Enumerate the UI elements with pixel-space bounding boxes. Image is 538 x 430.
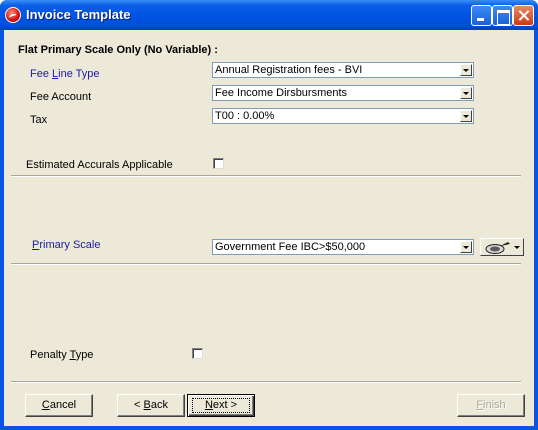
estimated-accruals-checkbox[interactable] — [213, 158, 224, 169]
penalty-type-checkbox[interactable] — [192, 348, 203, 359]
chevron-down-icon[interactable] — [460, 110, 472, 122]
penalty-type-label: Penalty Type — [30, 349, 94, 361]
scale-tool-icon — [485, 242, 510, 254]
divider — [11, 263, 521, 265]
fee-line-type-select[interactable]: Annual Registration fees - BVI — [212, 62, 474, 78]
primary-scale-label: Primary Scale — [32, 239, 101, 251]
maximize-icon[interactable] — [492, 5, 513, 26]
cancel-button[interactable]: Cancel — [25, 394, 93, 417]
fee-account-select[interactable]: Fee Income Dirsbursments — [212, 85, 474, 101]
divider — [11, 381, 521, 383]
dialog-window: Invoice Template Flat Primary Scale Only… — [0, 0, 538, 430]
title-bar[interactable]: Invoice Template — [0, 0, 538, 30]
primary-scale-select[interactable]: Government Fee IBC>$50,000 — [212, 239, 474, 255]
minimize-icon[interactable] — [471, 5, 492, 26]
estimated-accruals-label: Estimated Accurals Applicable — [26, 159, 173, 171]
chevron-down-icon[interactable] — [460, 64, 472, 76]
dialog-body: Flat Primary Scale Only (No Variable) : … — [4, 30, 534, 426]
back-button[interactable]: < Back — [117, 394, 185, 417]
tax-select[interactable]: T00 : 0.00% — [212, 108, 474, 124]
fee-account-label: Fee Account — [30, 91, 92, 103]
section-heading: Flat Primary Scale Only (No Variable) : — [18, 44, 218, 56]
close-icon[interactable] — [513, 5, 534, 26]
chevron-down-icon — [514, 246, 520, 249]
next-button[interactable]: Next > — [187, 394, 255, 417]
divider — [11, 175, 521, 177]
chevron-down-icon[interactable] — [460, 87, 472, 99]
window-title: Invoice Template — [26, 7, 131, 22]
app-logo-icon — [5, 7, 21, 23]
fee-line-type-label: Fee Line Type — [30, 68, 100, 80]
scale-lookup-button[interactable] — [480, 238, 524, 256]
tax-label: Tax — [30, 114, 48, 126]
finish-button: Finish — [457, 394, 525, 417]
chevron-down-icon[interactable] — [460, 241, 472, 253]
